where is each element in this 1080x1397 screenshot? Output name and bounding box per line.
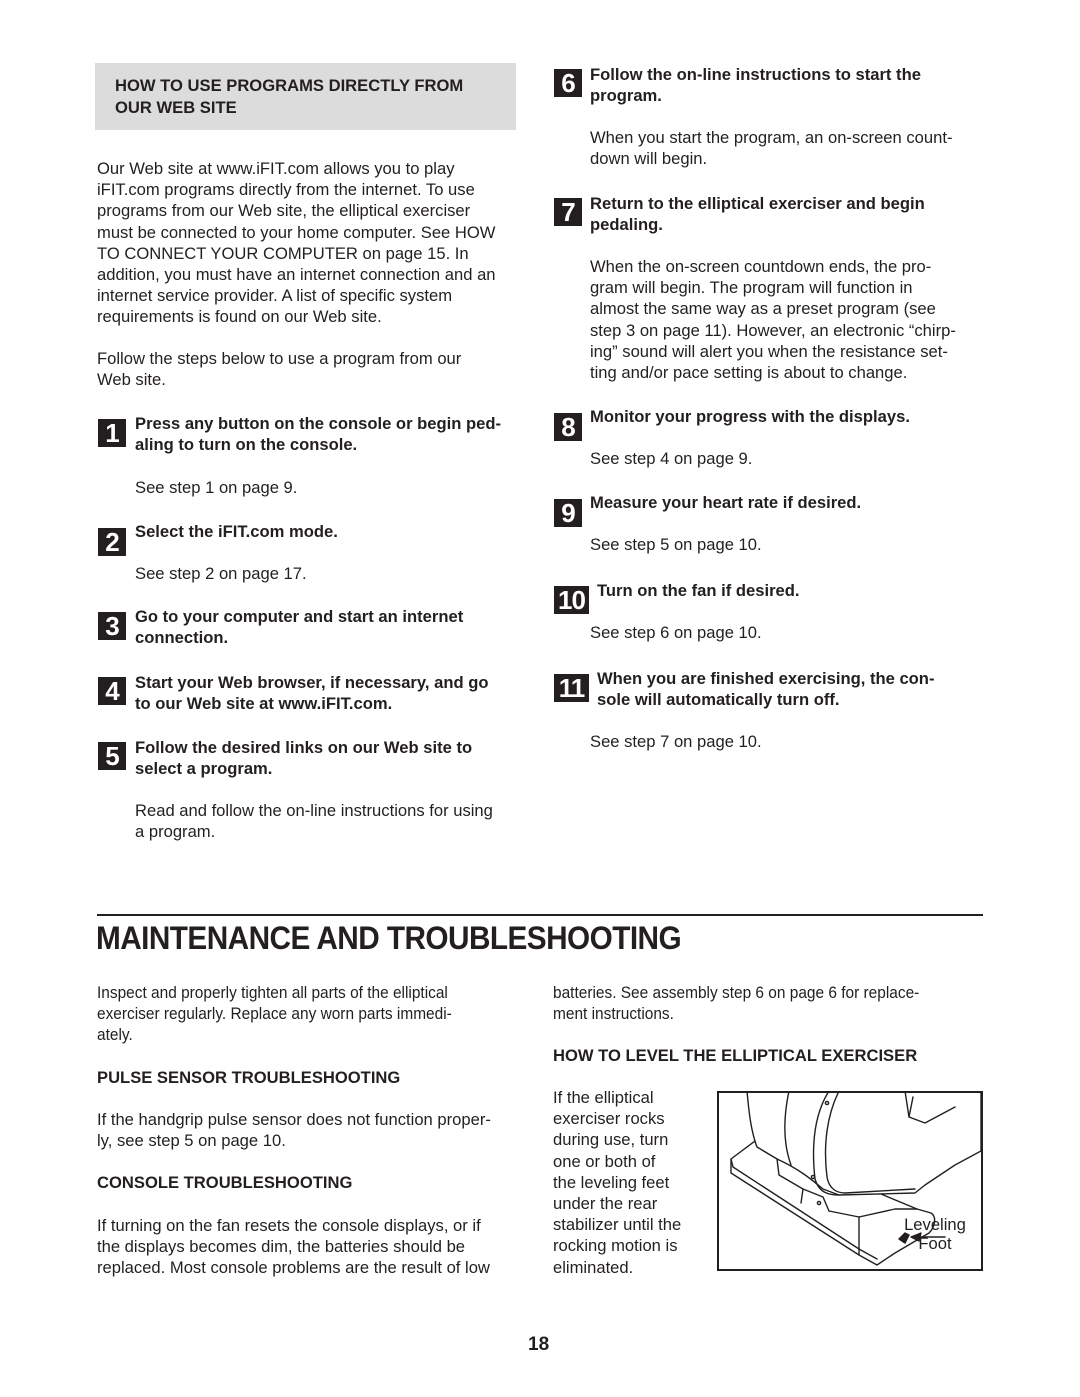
leveling-foot-label: Leveling Foot xyxy=(904,1215,966,1253)
step-body: See step 4 on page 9. xyxy=(590,449,753,468)
step-number-badge: 9 xyxy=(554,499,582,527)
step-body: See step 1 on page 9. xyxy=(135,478,298,497)
step-body: See step 2 on page 17. xyxy=(135,564,307,583)
step-title: Measure your heart rate if desired. xyxy=(590,493,862,512)
step-number-badge: 2 xyxy=(98,528,126,556)
step-number-badge: 8 xyxy=(554,413,582,441)
step-body: When the on-screen countdown ends, the p… xyxy=(590,257,956,383)
maintenance-title: MAINTENANCE AND TROUBLESHOOTING xyxy=(96,920,682,956)
section-divider xyxy=(97,914,983,916)
pulse-sensor-heading: PULSE SENSOR TROUBLESHOOTING xyxy=(97,1068,401,1087)
step-body: See step 5 on page 10. xyxy=(590,535,762,554)
step-body: Read and follow the on-line instructions… xyxy=(135,801,493,842)
step-number-badge: 4 xyxy=(98,677,126,705)
level-text: If the elliptical exerciser rocks during… xyxy=(553,1088,682,1277)
step-title: Turn on the fan if desired. xyxy=(597,581,800,600)
step-number-badge: 11 xyxy=(554,674,589,702)
follow-steps-text: Follow the steps below to use a program … xyxy=(97,349,462,390)
step-title: Follow the desired links on our Web site… xyxy=(135,738,473,779)
step-number-badge: 3 xyxy=(98,612,126,640)
step-title: Monitor your progress with the displays. xyxy=(590,407,910,426)
console-text-continued: batteries. See assembly step 6 on page 6… xyxy=(553,983,920,1024)
step-number-badge: 10 xyxy=(554,586,589,614)
web-programs-heading-box: HOW TO USE PROGRAMS DIRECTLY FROM OUR WE… xyxy=(95,63,516,130)
step-title: Press any button on the console or begin… xyxy=(135,414,502,455)
step-title: Follow the on-line instructions to start… xyxy=(590,65,921,106)
step-number-badge: 1 xyxy=(98,419,126,447)
step-title: Start your Web browser, if necessary, an… xyxy=(135,673,489,714)
web-programs-intro: Our Web site at www.iFIT.com allows you … xyxy=(97,159,496,327)
pulse-sensor-text: If the handgrip pulse sensor does not fu… xyxy=(97,1110,491,1151)
step-title: Return to the elliptical exerciser and b… xyxy=(590,194,925,235)
step-title: Go to your computer and start an interne… xyxy=(135,607,464,648)
maintenance-intro: Inspect and properly tighten all parts o… xyxy=(97,983,452,1045)
step-number-badge: 5 xyxy=(98,742,126,770)
step-title: Select the iFIT.com mode. xyxy=(135,522,338,541)
step-body: See step 6 on page 10. xyxy=(590,623,762,642)
leveling-foot-illustration: Leveling Foot xyxy=(717,1091,983,1271)
console-text: If turning on the fan resets the console… xyxy=(97,1216,490,1278)
web-programs-heading: HOW TO USE PROGRAMS DIRECTLY FROM OUR WE… xyxy=(115,76,464,117)
page-number: 18 xyxy=(528,1334,550,1355)
console-heading: CONSOLE TROUBLESHOOTING xyxy=(97,1173,353,1192)
step-body: See step 7 on page 10. xyxy=(590,732,762,751)
step-body: When you start the program, an on-screen… xyxy=(590,128,953,169)
step-number-badge: 6 xyxy=(554,69,582,97)
step-number-badge: 7 xyxy=(554,198,582,226)
level-heading: HOW TO LEVEL THE ELLIPTICAL EXERCISER xyxy=(553,1046,918,1065)
step-title: When you are finished exercising, the co… xyxy=(597,669,935,710)
